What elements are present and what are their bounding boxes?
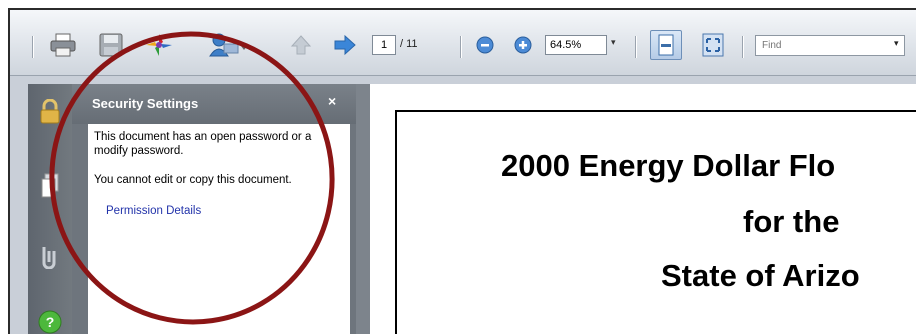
annotation-circle xyxy=(49,31,335,325)
